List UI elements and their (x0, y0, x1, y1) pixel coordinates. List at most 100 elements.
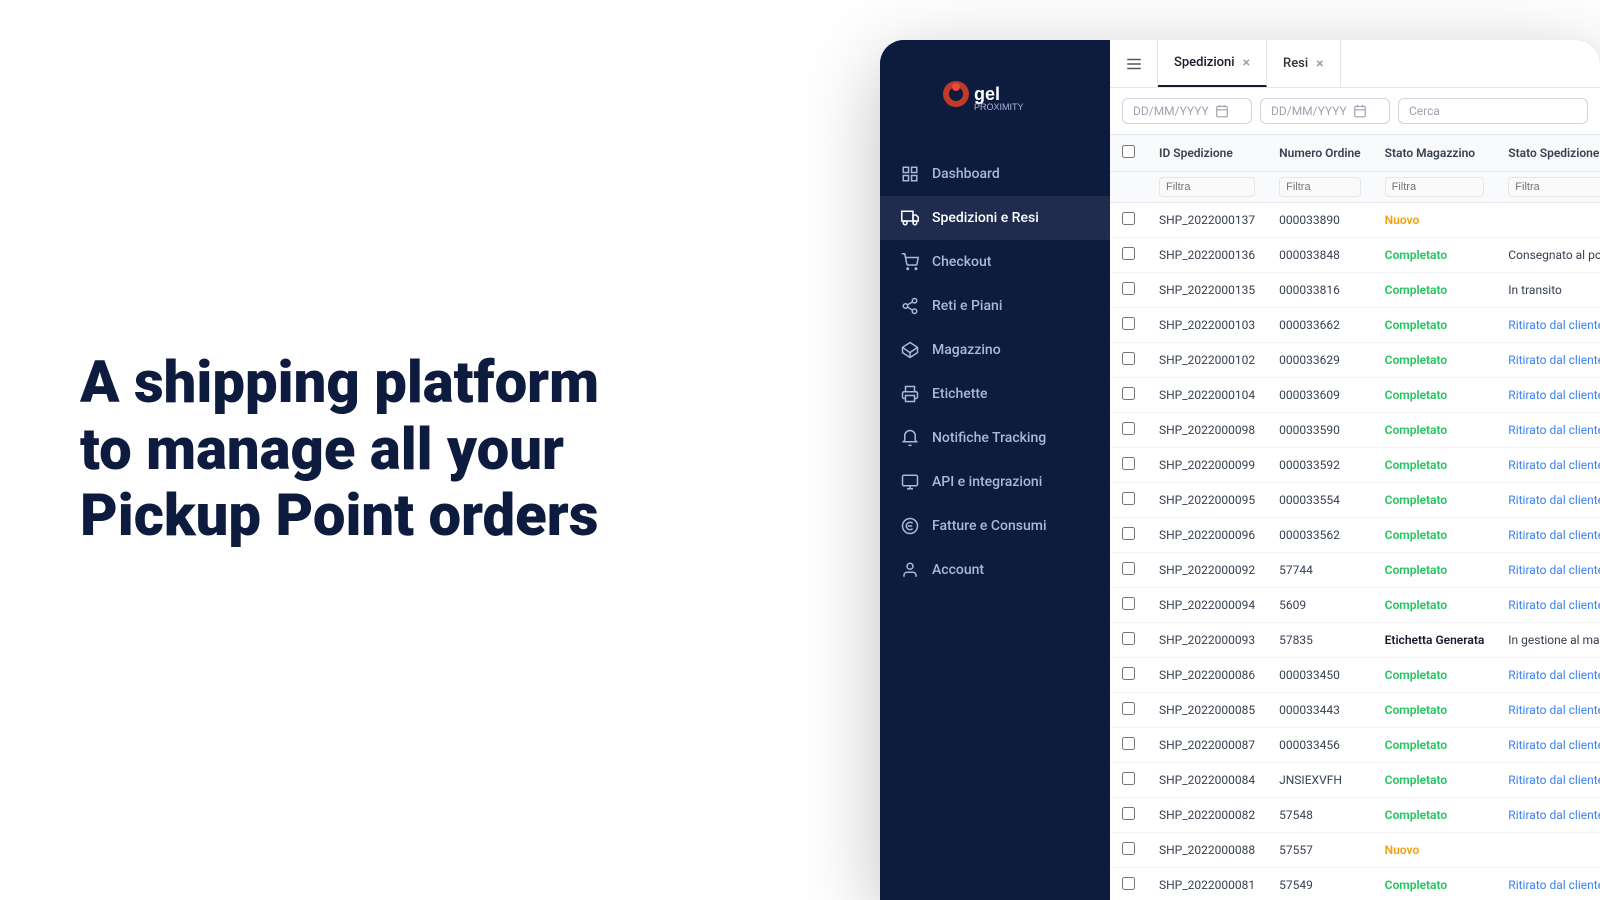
table-row[interactable]: SHP_2022000104000033609CompletatoRitirat… (1110, 378, 1600, 413)
sidebar-item-reti[interactable]: Reti e Piani (880, 284, 1110, 328)
cell-id: SHP_2022000088 (1147, 833, 1267, 868)
table-row[interactable]: SHP_202200008257548CompletatoRitirato da… (1110, 798, 1600, 833)
sidebar-item-notifiche-label: Notifiche Tracking (932, 430, 1046, 446)
cell-magazzino: Completato (1373, 518, 1497, 553)
table-row[interactable]: SHP_2022000102000033629CompletatoRitirat… (1110, 343, 1600, 378)
cell-id: SHP_2022000099 (1147, 448, 1267, 483)
row-checkbox[interactable] (1122, 702, 1135, 715)
cell-spedizione: Ritirato dal cliente (1496, 588, 1600, 623)
tab-spedizioni-label: Spedizioni (1174, 55, 1235, 70)
row-checkbox[interactable] (1122, 807, 1135, 820)
tab-spedizioni[interactable]: Spedizioni × (1158, 40, 1267, 87)
cell-magazzino: Completato (1373, 798, 1497, 833)
table-row[interactable]: SHP_2022000087000033456CompletatoRitirat… (1110, 728, 1600, 763)
select-all-checkbox[interactable] (1122, 145, 1135, 158)
cell-ordine: 000033816 (1267, 273, 1373, 308)
row-checkbox[interactable] (1122, 527, 1135, 540)
table-row[interactable]: SHP_2022000135000033816CompletatoIn tran… (1110, 273, 1600, 308)
sidebar-item-api[interactable]: API e integrazioni (880, 460, 1110, 504)
row-checkbox[interactable] (1122, 352, 1135, 365)
date-input-1[interactable]: DD/MM/YYYY (1122, 98, 1252, 124)
row-checkbox[interactable] (1122, 842, 1135, 855)
cell-magazzino: Completato (1373, 553, 1497, 588)
select-all-header[interactable] (1110, 135, 1147, 172)
account-icon (900, 560, 920, 580)
table-row[interactable]: SHP_2022000099000033592CompletatoRitirat… (1110, 448, 1600, 483)
table-row[interactable]: SHP_2022000086000033450CompletatoRitirat… (1110, 658, 1600, 693)
tab-resi[interactable]: Resi × (1267, 40, 1341, 87)
sidebar-item-etichette[interactable]: Etichette (880, 372, 1110, 416)
cell-spedizione (1496, 833, 1600, 868)
search-input[interactable]: Cerca (1398, 98, 1588, 124)
sidebar-item-spedizioni[interactable]: Spedizioni e Resi (880, 196, 1110, 240)
cell-id: SHP_2022000087 (1147, 728, 1267, 763)
row-checkbox[interactable] (1122, 492, 1135, 505)
cell-id: SHP_2022000094 (1147, 588, 1267, 623)
table-row[interactable]: SHP_202200009357835Etichetta GenerataIn … (1110, 623, 1600, 658)
sidebar-item-magazzino[interactable]: Magazzino (880, 328, 1110, 372)
cell-ordine: 57549 (1267, 868, 1373, 900)
row-checkbox[interactable] (1122, 387, 1135, 400)
table-row[interactable]: SHP_2022000098000033590CompletatoRitirat… (1110, 413, 1600, 448)
cell-magazzino: Completato (1373, 273, 1497, 308)
tab-resi-label: Resi (1283, 56, 1308, 71)
print-icon (900, 384, 920, 404)
table-container: ID Spedizione Numero Ordine Stato Magazz… (1110, 135, 1600, 900)
table-row[interactable]: SHP_202200008857557Nuovo (1110, 833, 1600, 868)
row-checkbox[interactable] (1122, 282, 1135, 295)
table-row[interactable]: SHP_2022000103000033662CompletatoRitirat… (1110, 308, 1600, 343)
row-checkbox[interactable] (1122, 597, 1135, 610)
table-row[interactable]: SHP_2022000137000033890Nuovo (1110, 203, 1600, 238)
cell-magazzino: Completato (1373, 238, 1497, 273)
cell-magazzino: Nuovo (1373, 203, 1497, 238)
row-checkbox[interactable] (1122, 212, 1135, 225)
sidebar-item-notifiche[interactable]: Notifiche Tracking (880, 416, 1110, 460)
filter-id[interactable] (1159, 177, 1255, 197)
date-input-2[interactable]: DD/MM/YYYY (1260, 98, 1390, 124)
row-checkbox[interactable] (1122, 772, 1135, 785)
sidebar: gel PROXIMITY Dashboard Spedizioni e R (880, 40, 1110, 900)
table-row[interactable]: SHP_2022000095000033554CompletatoRitirat… (1110, 483, 1600, 518)
table-row[interactable]: SHP_2022000085000033443CompletatoRitirat… (1110, 693, 1600, 728)
sidebar-item-fatture[interactable]: Fatture e Consumi (880, 504, 1110, 548)
row-checkbox[interactable] (1122, 667, 1135, 680)
cell-id: SHP_2022000085 (1147, 693, 1267, 728)
sidebar-item-account[interactable]: Account (880, 548, 1110, 592)
cell-ordine: 000033609 (1267, 378, 1373, 413)
row-checkbox[interactable] (1122, 632, 1135, 645)
row-checkbox[interactable] (1122, 877, 1135, 890)
row-checkbox[interactable] (1122, 457, 1135, 470)
cell-magazzino: Etichetta Generata (1373, 623, 1497, 658)
euro-icon (900, 516, 920, 536)
cell-ordine: 000033443 (1267, 693, 1373, 728)
sidebar-item-dashboard-label: Dashboard (932, 166, 1000, 182)
filter-spedizione[interactable] (1508, 177, 1600, 197)
row-checkbox[interactable] (1122, 422, 1135, 435)
cell-id: SHP_2022000098 (1147, 413, 1267, 448)
table-row[interactable]: SHP_20220000945609CompletatoRitirato dal… (1110, 588, 1600, 623)
tab-spedizioni-close[interactable]: × (1243, 56, 1250, 70)
sidebar-item-dashboard[interactable]: Dashboard (880, 152, 1110, 196)
table-row[interactable]: SHP_2022000084JNSIEXVFHCompletatoRitirat… (1110, 763, 1600, 798)
cell-ordine: 57548 (1267, 798, 1373, 833)
table-row[interactable]: SHP_2022000136000033848CompletatoConsegn… (1110, 238, 1600, 273)
sidebar-item-checkout[interactable]: Checkout (880, 240, 1110, 284)
sidebar-item-spedizioni-label: Spedizioni e Resi (932, 210, 1039, 226)
table-row[interactable]: SHP_2022000096000033562CompletatoRitirat… (1110, 518, 1600, 553)
row-checkbox[interactable] (1122, 317, 1135, 330)
row-checkbox[interactable] (1122, 737, 1135, 750)
cell-magazzino: Completato (1373, 763, 1497, 798)
filter-ordine[interactable] (1279, 177, 1361, 197)
row-checkbox[interactable] (1122, 247, 1135, 260)
menu-icon-btn[interactable] (1110, 40, 1158, 88)
cell-id: SHP_2022000092 (1147, 553, 1267, 588)
col-spedizione: Stato Spedizione (1496, 135, 1600, 172)
table-row[interactable]: SHP_202200009257744CompletatoRitirato da… (1110, 553, 1600, 588)
row-checkbox[interactable] (1122, 562, 1135, 575)
filter-magazzino[interactable] (1385, 177, 1485, 197)
left-panel: A shipping platform to manage all your P… (0, 290, 880, 610)
calendar-icon-1 (1215, 104, 1229, 118)
table-row[interactable]: SHP_202200008157549CompletatoRitirato da… (1110, 868, 1600, 900)
cell-ordine: JNSIEXVFH (1267, 763, 1373, 798)
tab-resi-close[interactable]: × (1316, 57, 1323, 71)
